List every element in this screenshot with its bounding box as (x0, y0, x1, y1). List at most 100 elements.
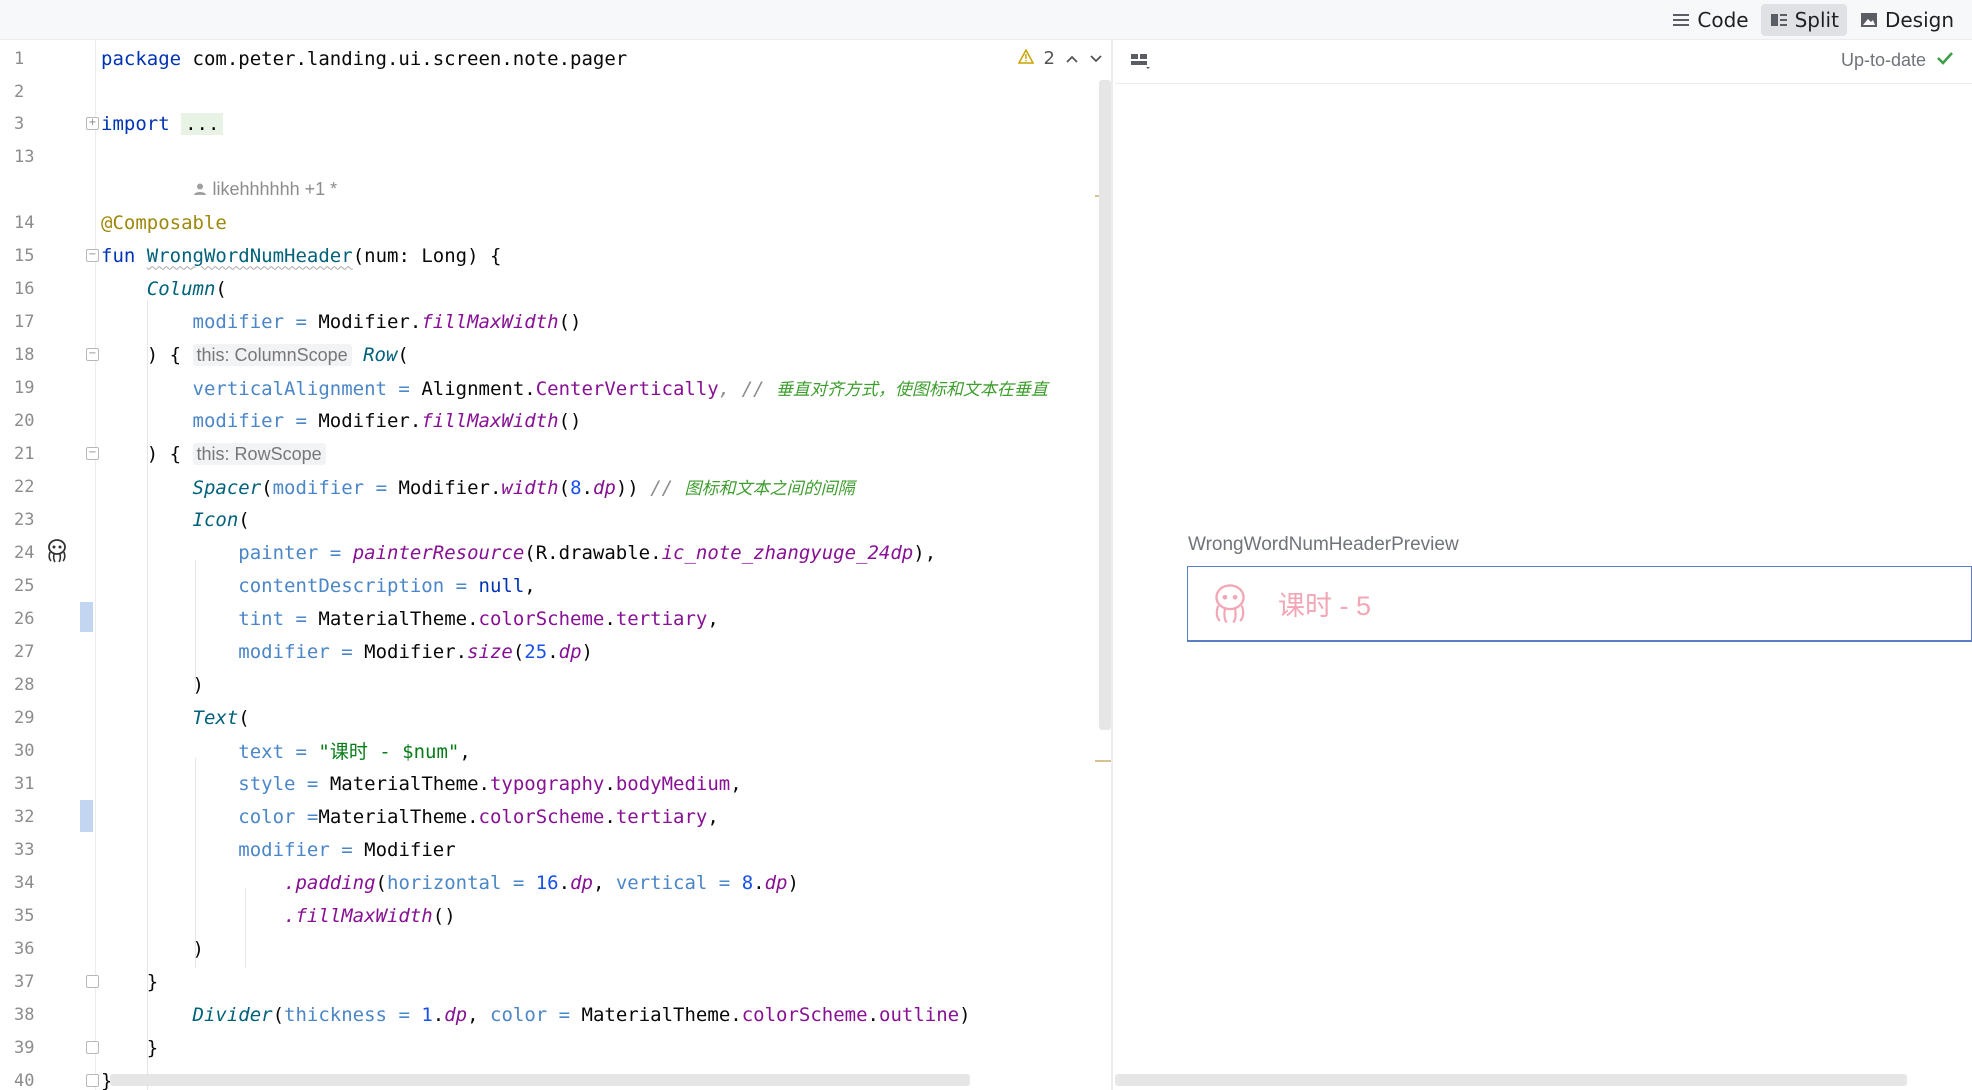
fold-minus-icon[interactable]: − (86, 348, 99, 361)
line-number: 25 (14, 575, 35, 596)
line-number: 29 (14, 707, 35, 728)
line-number: 24 (14, 542, 35, 563)
line-number: 36 (14, 938, 35, 959)
code-text: Column( (146, 277, 227, 300)
code-line: 3 + import ... (0, 107, 1111, 140)
preview-component-name[interactable]: WrongWordNumHeaderPreview (1188, 534, 1459, 556)
compose-preview-pane: Up-to-date WrongWordNumHeaderPreview 课时 … (1115, 40, 1972, 1090)
lines-icon (1671, 10, 1691, 30)
line-number: 39 (14, 1037, 35, 1058)
author-hint: likehhhhhh +1 * (212, 179, 338, 199)
code-text: modifier = Modifier.size(25.dp) (238, 640, 593, 663)
preview-render[interactable]: 课时 - 5 (1187, 566, 1972, 642)
line-number: 26 (14, 608, 35, 629)
line-number: 21 (14, 443, 35, 464)
code-editor[interactable]: 2 1 package com.peter.landing.ui.screen.… (0, 40, 1113, 1090)
code-text: } (146, 970, 159, 993)
code-text: tint = MaterialTheme.colorScheme.tertiar… (238, 607, 719, 630)
code-text: Divider(thickness = 1.dp, color = Materi… (192, 1003, 971, 1026)
preview-toolbar: Up-to-date (1115, 40, 1972, 84)
code-line: 33 modifier = Modifier (0, 833, 1111, 866)
split-icon (1769, 10, 1789, 30)
code-text: ) { this: RowScope (101, 442, 326, 465)
code-line: 26 tint = MaterialTheme.colorScheme.tert… (0, 602, 1111, 635)
octopus-icon (1208, 582, 1252, 626)
line-number: 14 (14, 212, 35, 233)
code-line: 20 modifier = Modifier.fillMaxWidth() (0, 404, 1111, 437)
code-line: 1 package com.peter.landing.ui.screen.no… (0, 42, 1111, 75)
status-text: Up-to-date (1840, 50, 1926, 70)
line-number: 16 (14, 278, 35, 299)
error-stripe-mark[interactable] (1095, 760, 1111, 762)
code-line: 22 Spacer(modifier = Modifier.width(8.dp… (0, 470, 1111, 503)
code-line: 29 Text( (0, 701, 1111, 734)
code-text: verticalAlignment = Alignment.CenterVert… (192, 378, 1048, 400)
scope-hint: this: RowScope (192, 442, 326, 465)
preview-status: Up-to-date (1841, 50, 1954, 71)
code-line: 19 verticalAlignment = Alignment.CenterV… (0, 371, 1111, 404)
code-text: modifier = Modifier (238, 838, 456, 861)
code-text: @Composable (101, 211, 227, 234)
code-text: contentDescription = null, (238, 574, 536, 597)
code-line: 2 (0, 75, 1111, 108)
code-text: ) { this: ColumnScope Row( (146, 343, 409, 366)
code-text: import ... (101, 112, 224, 135)
code-line: 36 ) (0, 932, 1111, 965)
layout-options-icon[interactable] (1130, 52, 1152, 74)
code-line: 25 contentDescription = null, (0, 569, 1111, 602)
code-text: Text( (192, 706, 250, 729)
line-number: 40 (14, 1070, 35, 1090)
line-number: 27 (14, 641, 35, 662)
fold-plus-icon[interactable]: + (86, 117, 99, 130)
code-mode-button[interactable]: Code (1663, 4, 1756, 36)
design-mode-button[interactable]: Design (1851, 4, 1962, 36)
design-mode-label: Design (1884, 8, 1954, 32)
line-number: 37 (14, 971, 35, 992)
horizontal-scrollbar[interactable] (110, 1074, 970, 1086)
checkmark-icon (1936, 50, 1954, 71)
code-text: modifier = Modifier.fillMaxWidth() (192, 310, 582, 333)
code-text: Icon( (192, 508, 250, 531)
line-number: 34 (14, 872, 35, 893)
line-number: 13 (14, 146, 35, 167)
line-number: 19 (14, 377, 35, 398)
split-mode-button[interactable]: Split (1760, 4, 1847, 36)
code-line: 30 text = "课时 - $num", (0, 734, 1111, 767)
image-icon (1859, 10, 1879, 30)
code-line: 14 @Composable (0, 206, 1111, 239)
preview-text: 课时 - 5 (1278, 591, 1372, 621)
line-number: 23 (14, 509, 35, 530)
fold-minus-icon[interactable]: − (86, 447, 99, 460)
line-number: 33 (14, 839, 35, 860)
fold-end-icon[interactable] (86, 1074, 99, 1087)
vertical-scrollbar[interactable] (1099, 80, 1111, 730)
code-text: color =MaterialTheme.colorScheme.tertiar… (238, 805, 719, 828)
code-text: Spacer(modifier = Modifier.width(8.dp)) … (192, 477, 855, 499)
code-text: text = "课时 - $num", (238, 741, 471, 763)
code-line: 24 painter = painterResource(R.drawable.… (0, 536, 1111, 569)
fold-minus-icon[interactable]: − (86, 249, 99, 262)
code-text: modifier = Modifier.fillMaxWidth() (192, 409, 582, 432)
line-number: 17 (14, 311, 35, 332)
line-number: 28 (14, 674, 35, 695)
code-line: 32 color =MaterialTheme.colorScheme.tert… (0, 800, 1111, 833)
octopus-icon[interactable] (44, 538, 70, 568)
code-text: ) (192, 673, 204, 696)
line-number: 3 (14, 113, 25, 134)
code-text: style = MaterialTheme.typography.bodyMed… (238, 772, 742, 795)
code-line: 35 .fillMaxWidth() (0, 899, 1111, 932)
code-text: } (146, 1036, 159, 1059)
preview-horizontal-scrollbar[interactable] (1115, 1074, 1907, 1086)
code-text: ) (192, 937, 204, 960)
code-line: 17 modifier = Modifier.fillMaxWidth() (0, 305, 1111, 338)
code-line: 34 .padding(horizontal = 16.dp, vertical… (0, 866, 1111, 899)
code-text: fun WrongWordNumHeader(num: Long) { (101, 244, 502, 267)
line-number: 35 (14, 905, 35, 926)
code-vision-author[interactable]: likehhhhhh +1 * (0, 173, 1111, 206)
line-number: 30 (14, 740, 35, 761)
code-line: 38 Divider(thickness = 1.dp, color = Mat… (0, 998, 1111, 1031)
code-line: 31 style = MaterialTheme.typography.body… (0, 767, 1111, 800)
line-number: 1 (14, 48, 25, 69)
fold-end-icon[interactable] (86, 1041, 99, 1054)
fold-end-icon[interactable] (86, 975, 99, 988)
